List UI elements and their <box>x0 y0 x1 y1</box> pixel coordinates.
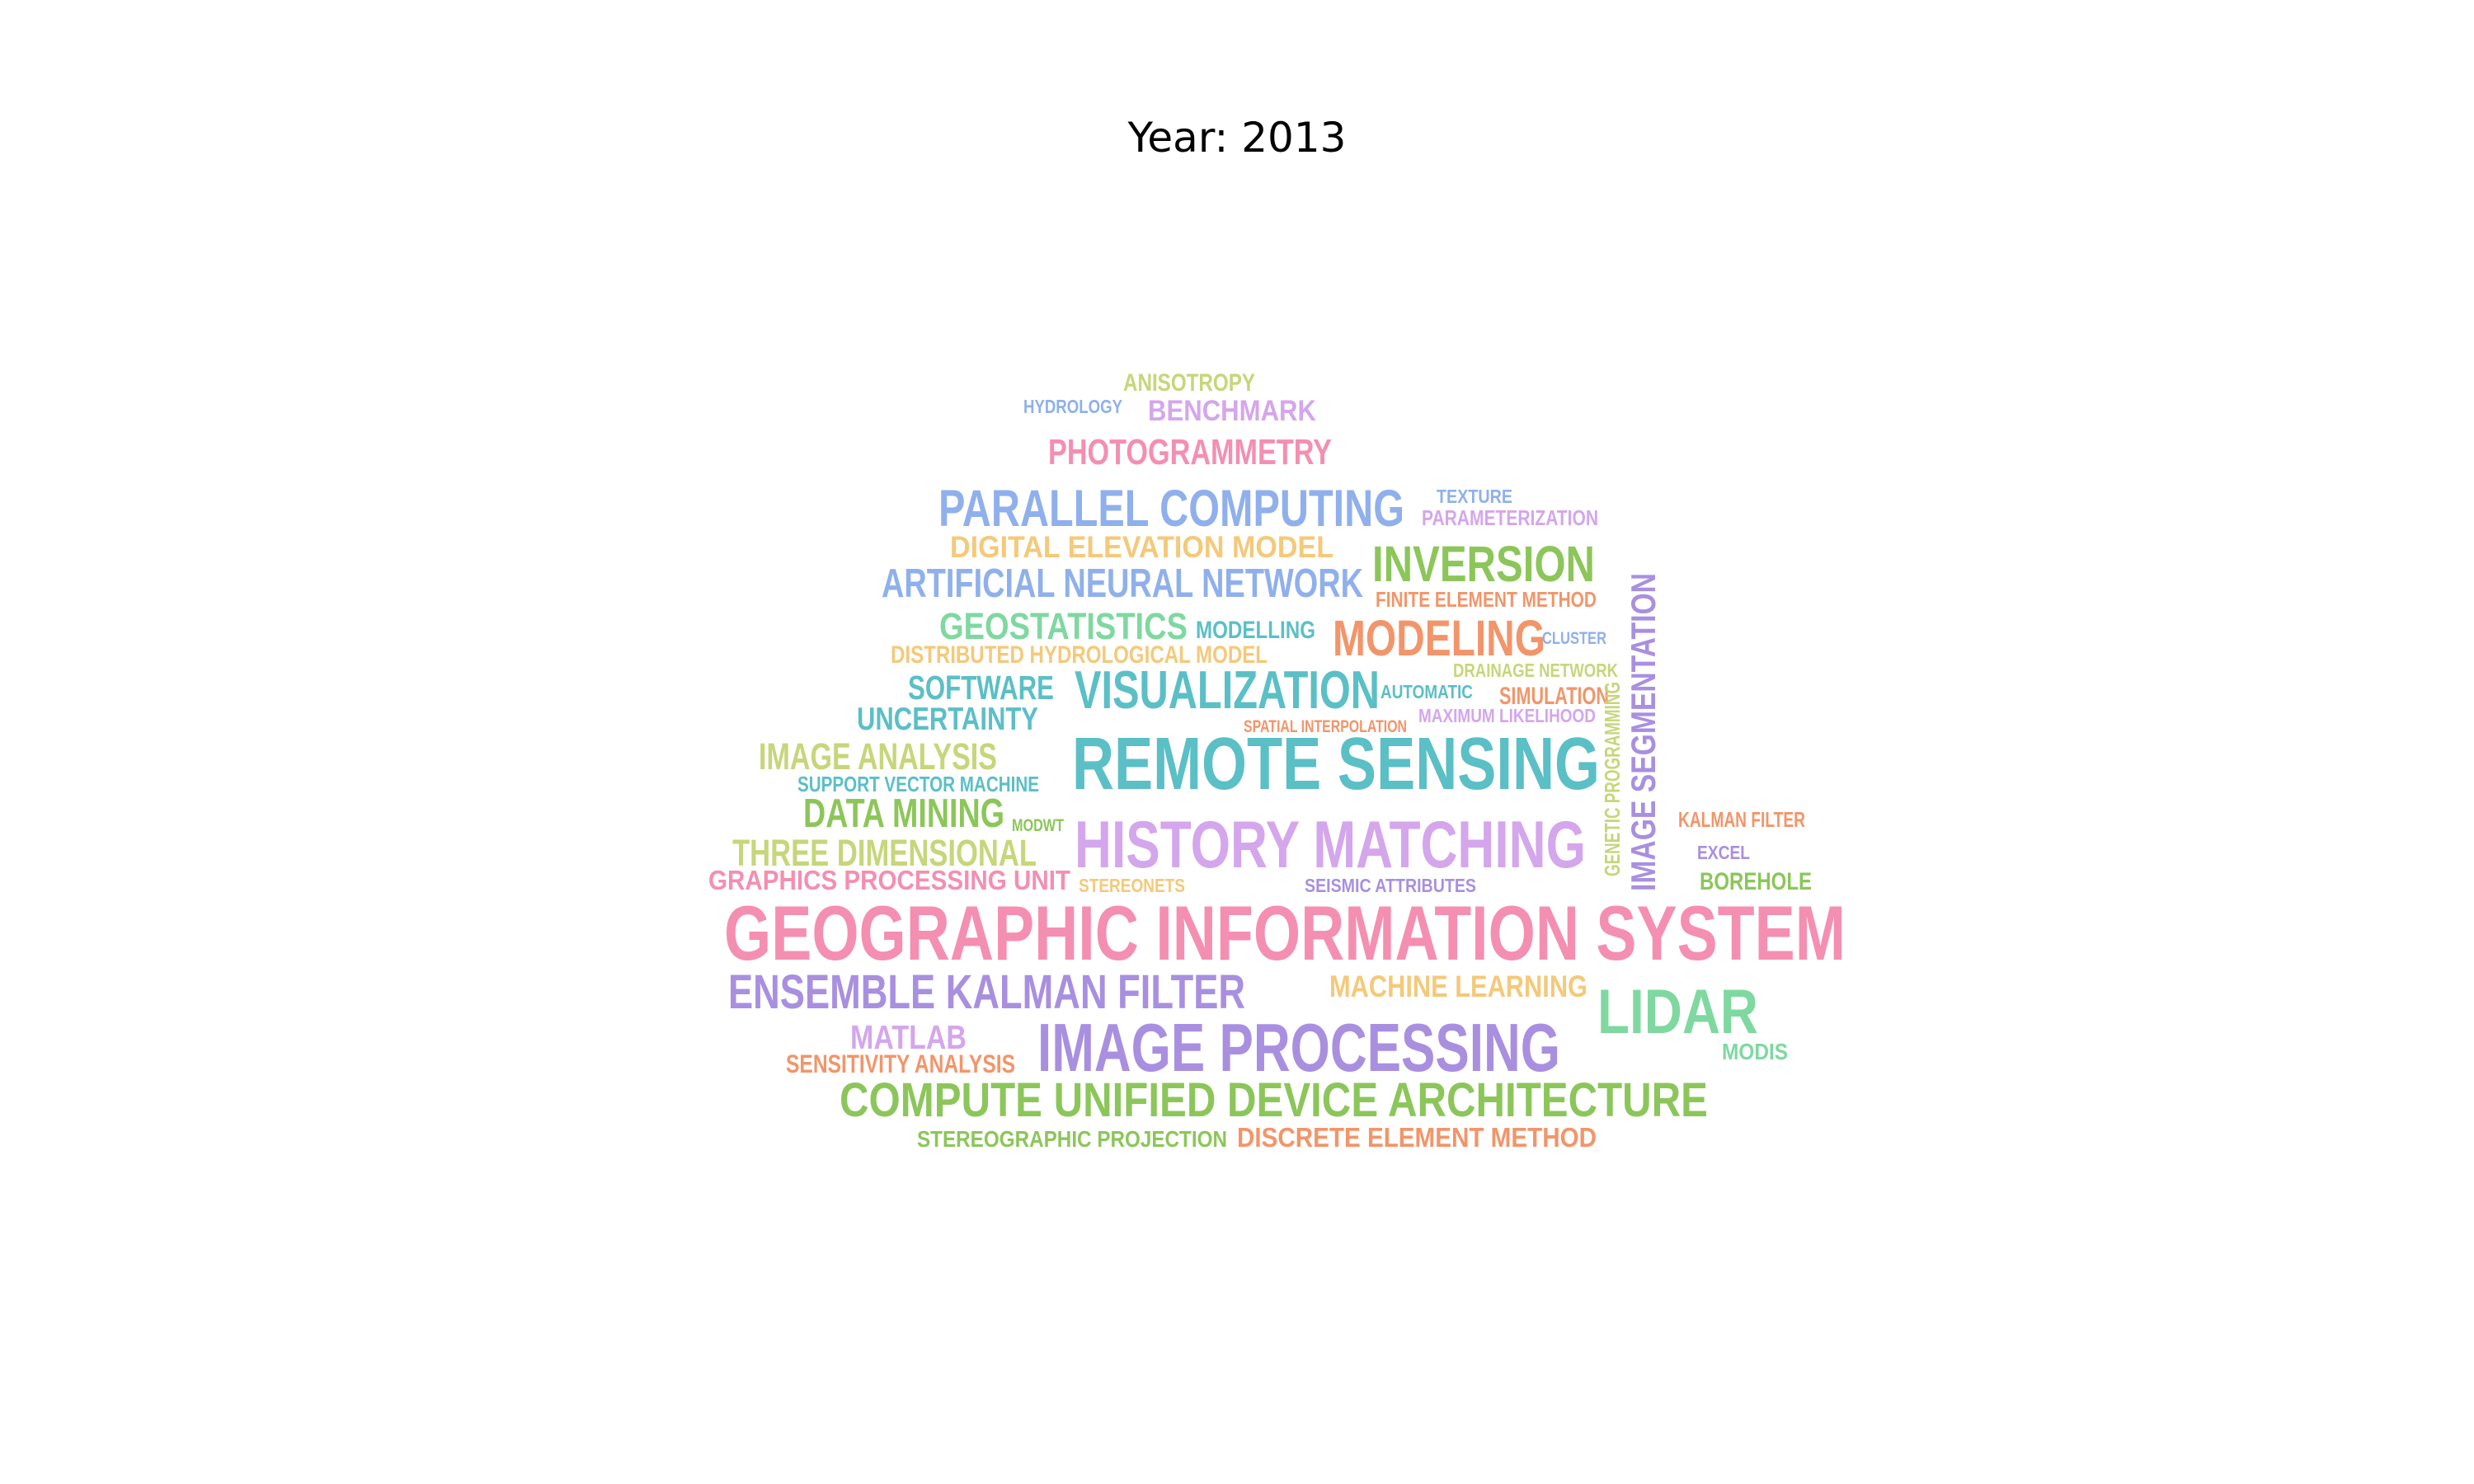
word-image-segmentation: IMAGE SEGMENTATION <box>1624 573 1663 891</box>
word-data-mining: DATA MINING <box>803 791 1004 836</box>
word-inversion: INVERSION <box>1372 536 1595 592</box>
word-machine-learning: MACHINE LEARNING <box>1329 969 1587 1003</box>
word-discrete-element-method: DISCRETE ELEMENT METHOD <box>1237 1123 1597 1153</box>
word-geographic-information-system: GEOGRAPHIC INFORMATION SYSTEM <box>724 890 1846 976</box>
word-stereonets: STEREONETS <box>1079 875 1185 896</box>
word-modelling: MODELLING <box>1196 617 1315 644</box>
word-compute-unified-device-architecture: COMPUTE UNIFIED DEVICE ARCHITECTURE <box>840 1073 1708 1127</box>
word-digital-elevation-model: DIGITAL ELEVATION MODEL <box>950 529 1333 564</box>
word-cloud: GEOGRAPHIC INFORMATION SYSTEM REMOTE SENS… <box>0 0 2474 1484</box>
word-modwt: MODWT <box>1012 815 1064 835</box>
word-stereographic-projection: STEREOGRAPHIC PROJECTION <box>917 1126 1227 1152</box>
word-excel: EXCEL <box>1697 842 1750 863</box>
word-hydrology: HYDROLOGY <box>1023 396 1122 417</box>
word-genetic-programming: GENETIC PROGRAMMING <box>1602 682 1625 876</box>
word-kalman-filter: KALMAN FILTER <box>1678 809 1805 832</box>
word-uncertainty: UNCERTAINTY <box>857 702 1038 737</box>
word-borehole: BOREHOLE <box>1700 868 1812 895</box>
word-cloud-canvas: Year: 2013 GEOGRAPHIC INFORMATION SYSTEM… <box>0 0 2474 1484</box>
word-remote-sensing: REMOTE SENSING <box>1072 722 1600 805</box>
word-spatial-interpolation: SPATIAL INTERPOLATION <box>1244 716 1407 736</box>
word-modis: MODIS <box>1722 1039 1788 1064</box>
word-parallel-computing: PARALLEL COMPUTING <box>938 480 1404 538</box>
word-photogrammetry: PHOTOGRAMMETRY <box>1048 433 1332 472</box>
word-texture: TEXTURE <box>1437 486 1512 507</box>
word-image-analysis: IMAGE ANALYSIS <box>759 735 997 777</box>
word-sensitivity-analysis: SENSITIVITY ANALYSIS <box>786 1050 1015 1078</box>
word-software: SOFTWARE <box>908 669 1054 707</box>
word-finite-element-method: FINITE ELEMENT METHOD <box>1376 589 1597 612</box>
word-anisotropy: ANISOTROPY <box>1123 369 1255 397</box>
word-drainage-network: DRAINAGE NETWORK <box>1453 660 1618 681</box>
word-visualization: VISUALIZATION <box>1075 660 1380 720</box>
word-ensemble-kalman-filter: ENSEMBLE KALMAN FILTER <box>728 965 1245 1019</box>
word-modeling: MODELING <box>1333 610 1545 666</box>
word-history-matching: HISTORY MATCHING <box>1075 808 1586 882</box>
word-seismic-attributes: SEISMIC ATTRIBUTES <box>1305 875 1476 896</box>
word-image-processing: IMAGE PROCESSING <box>1037 1010 1560 1086</box>
word-support-vector-machine: SUPPORT VECTOR MACHINE <box>797 773 1039 796</box>
word-lidar: LIDAR <box>1597 977 1758 1047</box>
word-benchmark: BENCHMARK <box>1148 395 1316 427</box>
word-distributed-hydrological-model: DISTRIBUTED HYDROLOGICAL MODEL <box>891 641 1268 669</box>
word-graphics-processing-unit: GRAPHICS PROCESSING UNIT <box>708 866 1070 896</box>
word-cluster: CLUSTER <box>1542 627 1606 648</box>
word-geostatistics: GEOSTATISTICS <box>939 605 1188 647</box>
word-automatic: AUTOMATIC <box>1380 681 1473 702</box>
word-maximum-likelihood: MAXIMUM LIKELIHOOD <box>1418 705 1596 726</box>
word-parameterization: PARAMETERIZATION <box>1422 507 1598 530</box>
word-artificial-neural-network: ARTIFICIAL NEURAL NETWORK <box>882 561 1363 606</box>
